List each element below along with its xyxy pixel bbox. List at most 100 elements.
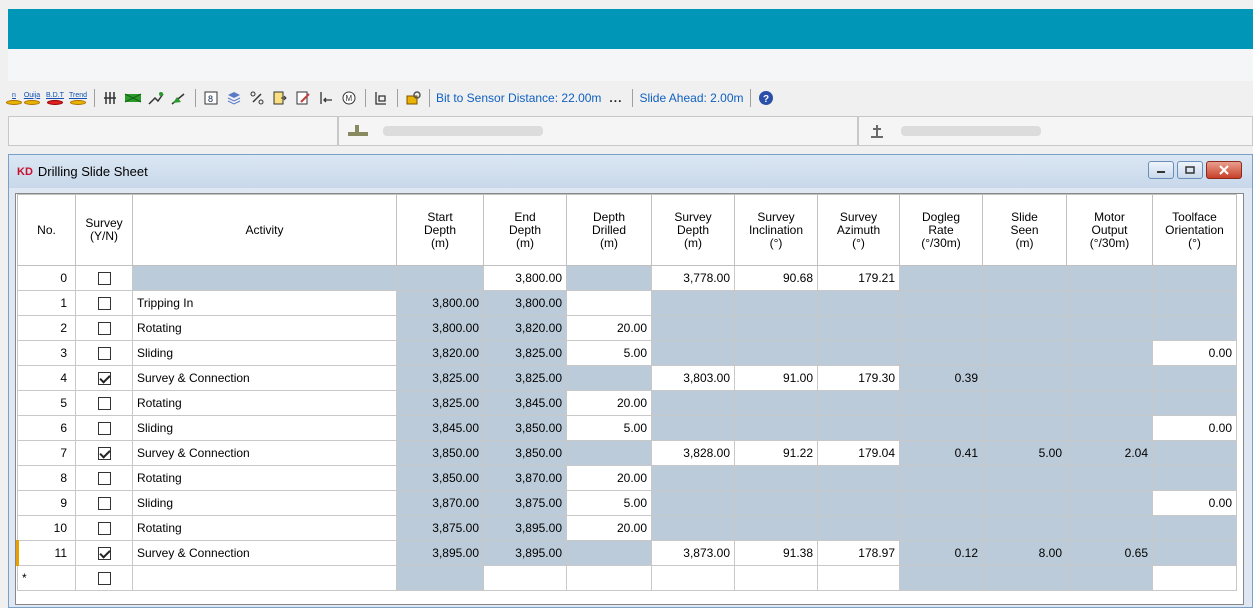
survey-checkbox[interactable]: [97, 422, 111, 436]
table-row[interactable]: 11 Survey & Connection 3,895.00 3,895.00 3,8…: [16, 540, 1237, 566]
incl-cell[interactable]: [734, 315, 818, 341]
column-header[interactable]: Slide Seen (m): [982, 194, 1067, 266]
dogleg-cell[interactable]: 0.41: [899, 440, 983, 466]
start-cell[interactable]: 3,825.00: [396, 365, 484, 391]
activity-cell[interactable]: Tripping In: [132, 290, 397, 316]
incl-cell[interactable]: [734, 390, 818, 416]
security-icon[interactable]: [402, 88, 424, 108]
end-cell[interactable]: 3,875.00: [483, 490, 567, 516]
column-header[interactable]: Depth Drilled (m): [566, 194, 652, 266]
row-number[interactable]: 0: [17, 265, 76, 291]
table-row[interactable]: 4 Survey & Connection 3,825.00 3,825.00 3,80…: [17, 365, 1237, 391]
end-cell[interactable]: 3,800.00: [483, 265, 567, 291]
row-number[interactable]: 6: [17, 415, 76, 441]
azim-cell[interactable]: 179.30: [817, 365, 900, 391]
survey-checkbox[interactable]: [97, 497, 111, 511]
sdepth-cell[interactable]: [651, 415, 735, 441]
row-number[interactable]: 8: [17, 465, 76, 491]
seen-cell[interactable]: [982, 390, 1067, 416]
table-row[interactable]: 9 Sliding 3,870.00 3,875.00 5.00 0.00: [17, 490, 1237, 516]
column-header[interactable]: Dogleg Rate (°/30m): [899, 194, 983, 266]
start-cell[interactable]: 3,820.00: [396, 340, 484, 366]
activity-cell[interactable]: [132, 565, 397, 591]
seen-cell[interactable]: [982, 515, 1067, 541]
seen-cell[interactable]: [982, 340, 1067, 366]
trend-icon[interactable]: Trend: [67, 88, 89, 108]
seen-cell[interactable]: [982, 490, 1067, 516]
slide-sheet-grid[interactable]: No. Survey (Y/N) Activity Start Depth (m) End De…: [15, 193, 1244, 605]
azim-cell[interactable]: [817, 515, 900, 541]
end-cell[interactable]: 3,825.00: [483, 340, 567, 366]
dogleg-cell[interactable]: [899, 515, 983, 541]
activity-cell[interactable]: Sliding: [132, 340, 397, 366]
incl-cell[interactable]: [734, 290, 818, 316]
activity-cell[interactable]: Survey & Connection: [132, 440, 397, 466]
survey-checkbox[interactable]: [97, 522, 111, 536]
table-row[interactable]: 7 Survey & Connection 3,850.00 3,850.00 3,82…: [17, 440, 1237, 466]
survey-checkbox-cell[interactable]: [75, 290, 133, 316]
column-header[interactable]: Survey Inclination (°): [734, 194, 818, 266]
survey-checkbox[interactable]: [97, 447, 111, 461]
end-cell[interactable]: [483, 565, 567, 591]
activity-cell[interactable]: Rotating: [132, 465, 397, 491]
minimize-button[interactable]: [1148, 161, 1174, 179]
table-row[interactable]: 8 Rotating 3,850.00 3,870.00 20.00: [17, 465, 1237, 491]
green-bar-icon[interactable]: [122, 88, 144, 108]
activity-cell[interactable]: [132, 265, 397, 291]
seen-cell[interactable]: [982, 365, 1067, 391]
toolface-cell[interactable]: 0.00: [1152, 340, 1237, 366]
survey-checkbox-cell[interactable]: [75, 340, 133, 366]
end-cell[interactable]: 3,800.00: [483, 290, 567, 316]
column-header[interactable]: Toolface Orientation (°): [1152, 194, 1237, 266]
incl-cell[interactable]: [734, 490, 818, 516]
layers-icon[interactable]: [223, 88, 245, 108]
start-cell[interactable]: 3,845.00: [396, 415, 484, 441]
end-cell[interactable]: 3,845.00: [483, 390, 567, 416]
azim-cell[interactable]: [817, 415, 900, 441]
dogleg-cell[interactable]: [899, 265, 983, 291]
dogleg-cell[interactable]: [899, 465, 983, 491]
column-header[interactable]: Motor Output (°/30m): [1066, 194, 1153, 266]
activity-cell[interactable]: Survey & Connection: [132, 365, 397, 391]
drilled-cell[interactable]: 5.00: [566, 340, 652, 366]
survey-checkbox[interactable]: [97, 322, 111, 336]
dogleg-cell[interactable]: [899, 315, 983, 341]
dogleg-cell[interactable]: [899, 415, 983, 441]
incl-cell[interactable]: [734, 465, 818, 491]
seen-cell[interactable]: [982, 565, 1067, 591]
motor-cell[interactable]: 0.65: [1066, 540, 1153, 566]
survey-checkbox-cell[interactable]: [75, 515, 133, 541]
incl-cell[interactable]: [734, 340, 818, 366]
end-cell[interactable]: 3,895.00: [483, 515, 567, 541]
drilled-cell[interactable]: [566, 290, 652, 316]
dogleg-cell[interactable]: [899, 290, 983, 316]
survey-checkbox-cell[interactable]: [75, 390, 133, 416]
sdepth-cell[interactable]: [651, 565, 735, 591]
start-cell[interactable]: 3,850.00: [396, 465, 484, 491]
plot-edit-icon[interactable]: [145, 88, 167, 108]
survey-checkbox[interactable]: [97, 272, 111, 286]
row-number[interactable]: 10: [17, 515, 76, 541]
survey-checkbox[interactable]: [97, 347, 111, 361]
azim-cell[interactable]: [817, 490, 900, 516]
draw-icon[interactable]: [168, 88, 190, 108]
column-header[interactable]: Start Depth (m): [396, 194, 484, 266]
survey-checkbox-cell[interactable]: [75, 540, 133, 566]
toolface-cell[interactable]: [1152, 365, 1237, 391]
toolface-cell[interactable]: [1152, 290, 1237, 316]
sdepth-cell[interactable]: 3,778.00: [651, 265, 735, 291]
seen-cell[interactable]: 5.00: [982, 440, 1067, 466]
column-header[interactable]: Survey Depth (m): [651, 194, 735, 266]
incl-cell[interactable]: 91.00: [734, 365, 818, 391]
motor-cell[interactable]: [1066, 365, 1153, 391]
survey-checkbox-cell[interactable]: [75, 565, 133, 591]
incl-cell[interactable]: [734, 515, 818, 541]
incl-cell[interactable]: [734, 415, 818, 441]
sdepth-cell[interactable]: 3,803.00: [651, 365, 735, 391]
azim-cell[interactable]: [817, 290, 900, 316]
start-cell[interactable]: [396, 565, 484, 591]
activity-cell[interactable]: Sliding: [132, 490, 397, 516]
motor-cell[interactable]: [1066, 490, 1153, 516]
azim-cell[interactable]: [817, 340, 900, 366]
azim-cell[interactable]: [817, 390, 900, 416]
